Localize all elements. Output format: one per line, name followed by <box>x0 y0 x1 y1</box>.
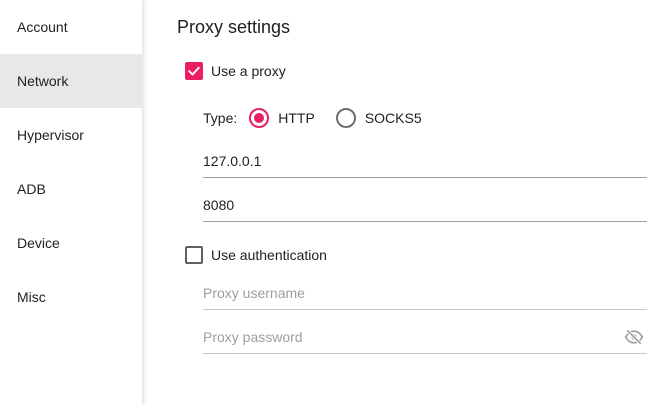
radio-socks5-label: SOCKS5 <box>364 110 422 126</box>
use-proxy-checkbox[interactable] <box>185 62 203 80</box>
eye-off-icon[interactable] <box>623 326 645 348</box>
sidebar-item-label: Misc <box>17 289 46 305</box>
use-proxy-label: Use a proxy <box>211 63 286 79</box>
proxy-password-input[interactable] <box>203 329 613 345</box>
section-title: Proxy settings <box>177 17 291 37</box>
sidebar-item-hypervisor[interactable]: Hypervisor <box>0 108 142 162</box>
proxy-host-field <box>203 142 647 178</box>
proxy-host-input[interactable] <box>203 153 647 169</box>
proxy-type-label: Type: <box>203 110 238 126</box>
sidebar-item-label: Network <box>17 73 69 89</box>
use-auth-checkbox[interactable] <box>185 246 203 264</box>
proxy-username-field <box>203 274 647 310</box>
proxy-type-group: Type: HTTP SOCKS5 <box>203 108 443 128</box>
settings-window: Account Network Hypervisor ADB Device Mi… <box>0 0 658 405</box>
sidebar: Account Network Hypervisor ADB Device Mi… <box>0 0 142 405</box>
checkmark-icon <box>188 66 200 76</box>
sidebar-item-label: Account <box>17 19 68 35</box>
sidebar-item-label: Device <box>17 235 60 251</box>
sidebar-item-label: Hypervisor <box>17 127 84 143</box>
sidebar-item-device[interactable]: Device <box>0 216 142 270</box>
sidebar-item-misc[interactable]: Misc <box>0 270 142 324</box>
sidebar-item-adb[interactable]: ADB <box>0 162 142 216</box>
radio-socks5[interactable]: SOCKS5 <box>335 108 422 128</box>
proxy-port-input[interactable] <box>203 197 647 213</box>
proxy-username-input[interactable] <box>203 285 647 301</box>
radio-socks5-indicator[interactable] <box>335 108 356 128</box>
use-proxy-checkbox-row[interactable]: Use a proxy <box>185 62 286 80</box>
radio-http-indicator[interactable] <box>249 108 270 128</box>
proxy-password-field <box>203 318 647 354</box>
use-auth-checkbox-row[interactable]: Use authentication <box>185 246 327 264</box>
proxy-settings-panel: Proxy settings Use a proxy Type: HTTP SO… <box>142 0 658 405</box>
sidebar-item-account[interactable]: Account <box>0 0 142 54</box>
use-auth-label: Use authentication <box>211 247 327 263</box>
radio-http-label: HTTP <box>278 110 315 126</box>
sidebar-item-label: ADB <box>17 181 46 197</box>
proxy-port-field <box>203 186 647 222</box>
sidebar-item-network[interactable]: Network <box>0 54 142 108</box>
radio-http[interactable]: HTTP <box>249 108 315 128</box>
